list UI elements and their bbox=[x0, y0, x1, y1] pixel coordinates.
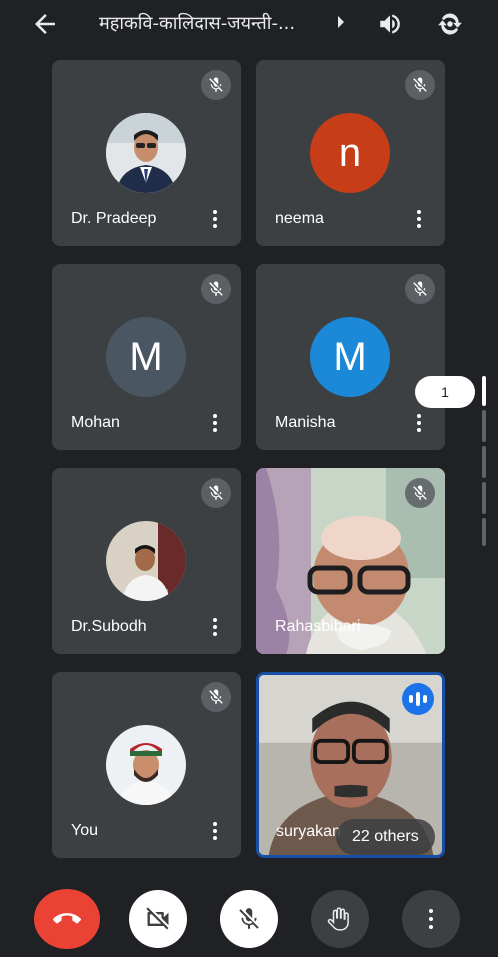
mic-off-icon bbox=[405, 478, 435, 508]
mic-off-icon bbox=[201, 274, 231, 304]
participant-tile[interactable]: You bbox=[52, 672, 241, 858]
speaker-icon[interactable] bbox=[377, 11, 403, 37]
raise-hand-button[interactable] bbox=[311, 890, 369, 948]
mic-off-icon bbox=[405, 70, 435, 100]
scroll-indicator-segment bbox=[482, 410, 486, 442]
chevron-right-icon[interactable] bbox=[338, 16, 344, 28]
participant-tile[interactable]: M Mohan bbox=[52, 264, 241, 450]
more-vert-icon[interactable] bbox=[211, 820, 219, 844]
participant-name: You bbox=[71, 822, 98, 839]
page-indicator: 1 bbox=[415, 376, 475, 408]
hand-icon bbox=[327, 907, 349, 931]
participant-name: Manisha bbox=[275, 414, 336, 431]
participant-tile[interactable]: Dr. Pradeep bbox=[52, 60, 241, 246]
participant-name: Dr.Subodh bbox=[71, 618, 147, 635]
avatar-initial: n bbox=[310, 113, 390, 193]
more-options-button[interactable] bbox=[402, 890, 460, 948]
participant-name: suryakan bbox=[276, 823, 341, 840]
scroll-indicator-active[interactable] bbox=[482, 376, 486, 406]
avatar bbox=[106, 113, 186, 193]
meeting-title[interactable]: महाकवि-कालिदास-जयन्ती-... bbox=[99, 11, 331, 35]
participant-name: Mohan bbox=[71, 414, 120, 431]
participant-tile[interactable]: n neema bbox=[256, 60, 445, 246]
participant-name: Rahasbihari bbox=[275, 618, 361, 635]
scroll-indicator-segment bbox=[482, 518, 486, 546]
others-count-chip[interactable]: 22 others bbox=[336, 819, 435, 855]
switch-camera-icon[interactable] bbox=[435, 9, 465, 39]
avatar-initial: M bbox=[310, 317, 390, 397]
mic-off-icon bbox=[201, 478, 231, 508]
participant-name: Dr. Pradeep bbox=[71, 210, 157, 227]
back-arrow-icon[interactable] bbox=[30, 9, 60, 39]
mic-off-icon bbox=[201, 70, 231, 100]
end-call-button[interactable] bbox=[34, 889, 100, 949]
speaking-indicator-icon bbox=[402, 683, 434, 715]
mic-toggle-button[interactable] bbox=[220, 890, 278, 948]
participant-tile[interactable]: M Manisha bbox=[256, 264, 445, 450]
scroll-indicator-segment bbox=[482, 446, 486, 478]
more-vert-icon[interactable] bbox=[211, 616, 219, 640]
participant-name: neema bbox=[275, 210, 324, 227]
avatar-initial: M bbox=[106, 317, 186, 397]
mic-off-icon bbox=[239, 908, 259, 929]
call-controls bbox=[0, 880, 498, 957]
avatar bbox=[106, 521, 186, 601]
camera-off-icon bbox=[146, 907, 169, 930]
avatar bbox=[106, 725, 186, 805]
more-vert-icon bbox=[428, 909, 434, 929]
camera-toggle-button[interactable] bbox=[129, 890, 187, 948]
scroll-indicator-segment bbox=[482, 482, 486, 514]
end-call-icon bbox=[53, 913, 81, 924]
more-vert-icon[interactable] bbox=[415, 412, 423, 436]
more-vert-icon[interactable] bbox=[415, 208, 423, 232]
participant-tile[interactable]: Rahasbihari bbox=[256, 468, 445, 654]
participant-tile[interactable]: Dr.Subodh bbox=[52, 468, 241, 654]
more-vert-icon[interactable] bbox=[211, 208, 219, 232]
mic-off-icon bbox=[405, 274, 435, 304]
more-vert-icon[interactable] bbox=[211, 412, 219, 436]
mic-off-icon bbox=[201, 682, 231, 712]
top-bar: महाकवि-कालिदास-जयन्ती-... bbox=[0, 0, 498, 48]
